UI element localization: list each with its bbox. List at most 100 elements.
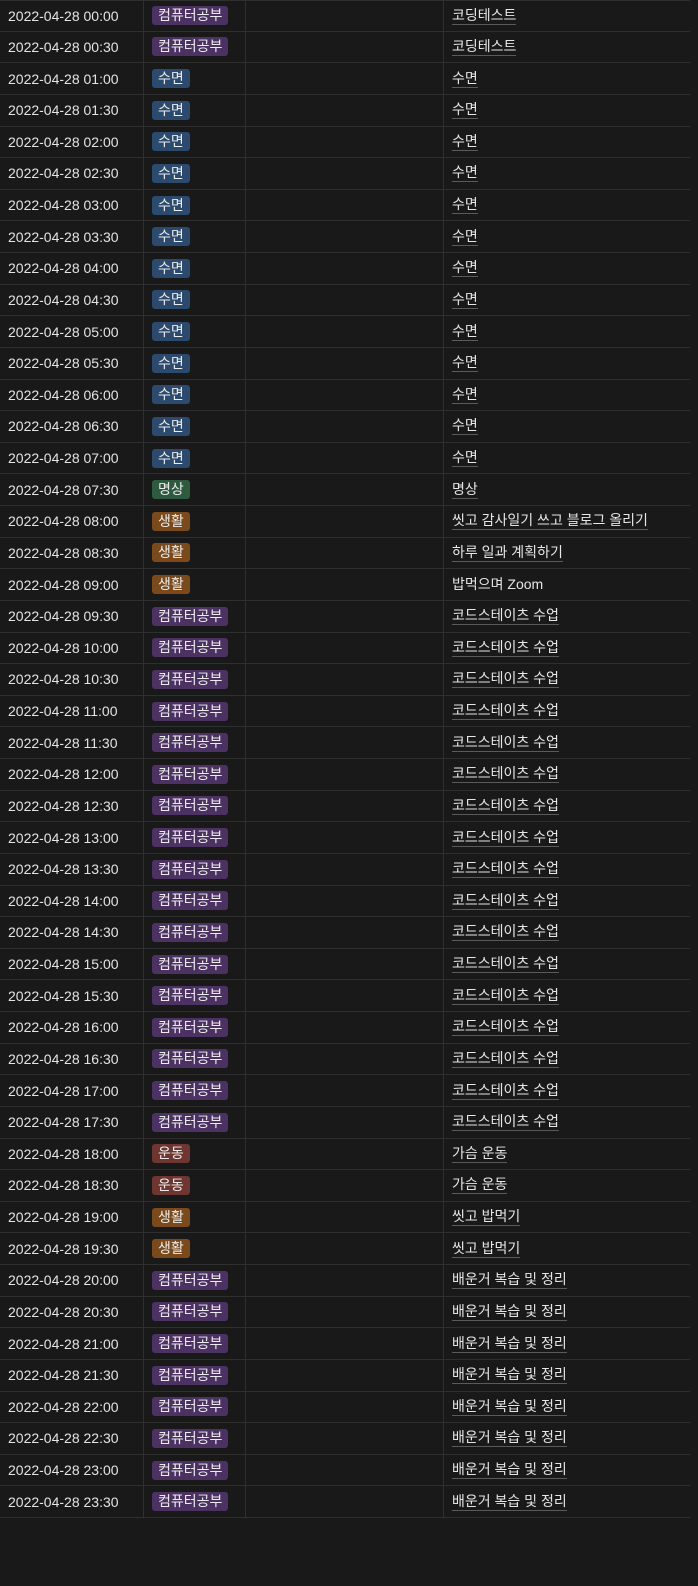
description-cell[interactable]: 가슴 운동 [444, 1170, 690, 1201]
time-cell[interactable]: 2022-04-28 23:30 [0, 1486, 144, 1517]
time-cell[interactable]: 2022-04-28 17:00 [0, 1075, 144, 1106]
empty-cell[interactable] [246, 632, 444, 664]
description-cell[interactable]: 코드스테이츠 수업 [444, 664, 690, 695]
time-cell[interactable]: 2022-04-28 06:00 [0, 379, 144, 411]
empty-cell[interactable] [246, 1454, 444, 1486]
description-cell[interactable]: 수면 [444, 316, 690, 347]
description-cell[interactable]: 코드스테이츠 수업 [444, 633, 690, 664]
table-row[interactable]: 2022-04-28 23:00 컴퓨터공부 배운거 복습 및 정리 [0, 1454, 690, 1487]
table-row[interactable]: 2022-04-28 08:30 생활 하루 일과 계획하기 [0, 537, 690, 570]
empty-cell[interactable] [246, 537, 444, 569]
category-cell[interactable]: 컴퓨터공부 [144, 664, 246, 695]
time-cell[interactable]: 2022-04-28 16:00 [0, 1012, 144, 1043]
empty-cell[interactable] [246, 664, 444, 695]
empty-cell[interactable] [246, 411, 444, 442]
time-cell[interactable]: 2022-04-28 04:00 [0, 253, 144, 284]
category-cell[interactable]: 수면 [144, 221, 246, 252]
empty-cell[interactable] [246, 379, 444, 411]
description-cell[interactable]: 코드스테이츠 수업 [444, 1044, 690, 1075]
table-row[interactable]: 2022-04-28 09:30 컴퓨터공부 코드스테이츠 수업 [0, 600, 690, 633]
description-cell[interactable]: 코드스테이츠 수업 [444, 886, 690, 917]
description-cell[interactable]: 코딩테스트 [444, 32, 690, 63]
table-row[interactable]: 2022-04-28 08:00 생활 씻고 감사일기 쓰고 블로그 올리기 [0, 506, 690, 538]
empty-cell[interactable] [246, 442, 444, 474]
category-cell[interactable]: 컴퓨터공부 [144, 1359, 246, 1391]
time-cell[interactable]: 2022-04-28 20:30 [0, 1296, 144, 1328]
category-cell[interactable]: 컴퓨터공부 [144, 1486, 246, 1517]
time-cell[interactable]: 2022-04-28 04:30 [0, 284, 144, 316]
description-cell[interactable]: 수면 [444, 158, 690, 189]
empty-cell[interactable] [246, 1359, 444, 1391]
category-cell[interactable]: 컴퓨터공부 [144, 948, 246, 980]
category-cell[interactable]: 수면 [144, 316, 246, 347]
table-row[interactable]: 2022-04-28 11:30 컴퓨터공부 코드스테이츠 수업 [0, 727, 690, 759]
empty-cell[interactable] [246, 1233, 444, 1264]
description-cell[interactable]: 가슴 운동 [444, 1139, 690, 1170]
description-cell[interactable]: 명상 [444, 474, 690, 505]
description-cell[interactable]: 배운거 복습 및 정리 [444, 1265, 690, 1296]
category-cell[interactable]: 생활 [144, 537, 246, 569]
category-cell[interactable]: 컴퓨터공부 [144, 1265, 246, 1296]
time-cell[interactable]: 2022-04-28 23:00 [0, 1454, 144, 1486]
description-cell[interactable]: 수면 [444, 411, 690, 442]
category-cell[interactable]: 수면 [144, 284, 246, 316]
description-cell[interactable]: 수면 [444, 348, 690, 379]
time-cell[interactable]: 2022-04-28 11:00 [0, 695, 144, 727]
empty-cell[interactable] [246, 94, 444, 126]
description-cell[interactable]: 코드스테이츠 수업 [444, 854, 690, 885]
empty-cell[interactable] [246, 1170, 444, 1201]
category-cell[interactable]: 컴퓨터공부 [144, 822, 246, 853]
description-cell[interactable]: 수면 [444, 127, 690, 158]
table-row[interactable]: 2022-04-28 04:30 수면 수면 [0, 284, 690, 317]
empty-cell[interactable] [246, 695, 444, 727]
empty-cell[interactable] [246, 1043, 444, 1075]
time-cell[interactable]: 2022-04-28 21:00 [0, 1328, 144, 1359]
empty-cell[interactable] [246, 126, 444, 158]
description-cell[interactable]: 하루 일과 계획하기 [444, 538, 690, 569]
time-cell[interactable]: 2022-04-28 01:30 [0, 94, 144, 126]
category-cell[interactable]: 컴퓨터공부 [144, 1328, 246, 1359]
category-cell[interactable]: 수면 [144, 253, 246, 284]
category-cell[interactable]: 컴퓨터공부 [144, 1, 246, 31]
description-cell[interactable]: 코드스테이츠 수업 [444, 949, 690, 980]
category-cell[interactable]: 수면 [144, 126, 246, 158]
empty-cell[interactable] [246, 1391, 444, 1423]
table-row[interactable]: 2022-04-28 07:30 명상 명상 [0, 474, 690, 506]
description-cell[interactable]: 배운거 복습 및 정리 [444, 1392, 690, 1423]
category-cell[interactable]: 수면 [144, 94, 246, 126]
table-row[interactable]: 2022-04-28 12:30 컴퓨터공부 코드스테이츠 수업 [0, 790, 690, 823]
description-cell[interactable]: 코드스테이츠 수업 [444, 822, 690, 853]
empty-cell[interactable] [246, 474, 444, 505]
time-cell[interactable]: 2022-04-28 05:30 [0, 347, 144, 379]
time-cell[interactable]: 2022-04-28 06:30 [0, 411, 144, 442]
table-row[interactable]: 2022-04-28 05:00 수면 수면 [0, 316, 690, 348]
empty-cell[interactable] [246, 822, 444, 853]
table-row[interactable]: 2022-04-28 07:00 수면 수면 [0, 442, 690, 475]
time-cell[interactable]: 2022-04-28 12:30 [0, 790, 144, 822]
table-row[interactable]: 2022-04-28 19:30 생활 씻고 밥먹기 [0, 1233, 690, 1265]
category-cell[interactable]: 수면 [144, 442, 246, 474]
empty-cell[interactable] [246, 1486, 444, 1517]
time-cell[interactable]: 2022-04-28 09:00 [0, 569, 144, 600]
category-cell[interactable]: 컴퓨터공부 [144, 853, 246, 885]
time-cell[interactable]: 2022-04-28 09:30 [0, 600, 144, 632]
time-cell[interactable]: 2022-04-28 11:30 [0, 727, 144, 758]
table-row[interactable]: 2022-04-28 03:30 수면 수면 [0, 221, 690, 253]
time-cell[interactable]: 2022-04-28 08:30 [0, 537, 144, 569]
empty-cell[interactable] [246, 727, 444, 758]
description-cell[interactable]: 수면 [444, 190, 690, 221]
category-cell[interactable]: 컴퓨터공부 [144, 1423, 246, 1454]
table-row[interactable]: 2022-04-28 01:00 수면 수면 [0, 63, 690, 95]
empty-cell[interactable] [246, 853, 444, 885]
time-cell[interactable]: 2022-04-28 07:00 [0, 442, 144, 474]
empty-cell[interactable] [246, 1138, 444, 1170]
category-cell[interactable]: 생활 [144, 569, 246, 600]
time-cell[interactable]: 2022-04-28 13:00 [0, 822, 144, 853]
table-row[interactable]: 2022-04-28 03:00 수면 수면 [0, 189, 690, 222]
description-cell[interactable]: 코드스테이츠 수업 [444, 727, 690, 758]
empty-cell[interactable] [246, 1075, 444, 1106]
table-row[interactable]: 2022-04-28 17:00 컴퓨터공부 코드스테이츠 수업 [0, 1075, 690, 1107]
empty-cell[interactable] [246, 759, 444, 790]
empty-cell[interactable] [246, 158, 444, 189]
table-row[interactable]: 2022-04-28 10:30 컴퓨터공부 코드스테이츠 수업 [0, 664, 690, 696]
